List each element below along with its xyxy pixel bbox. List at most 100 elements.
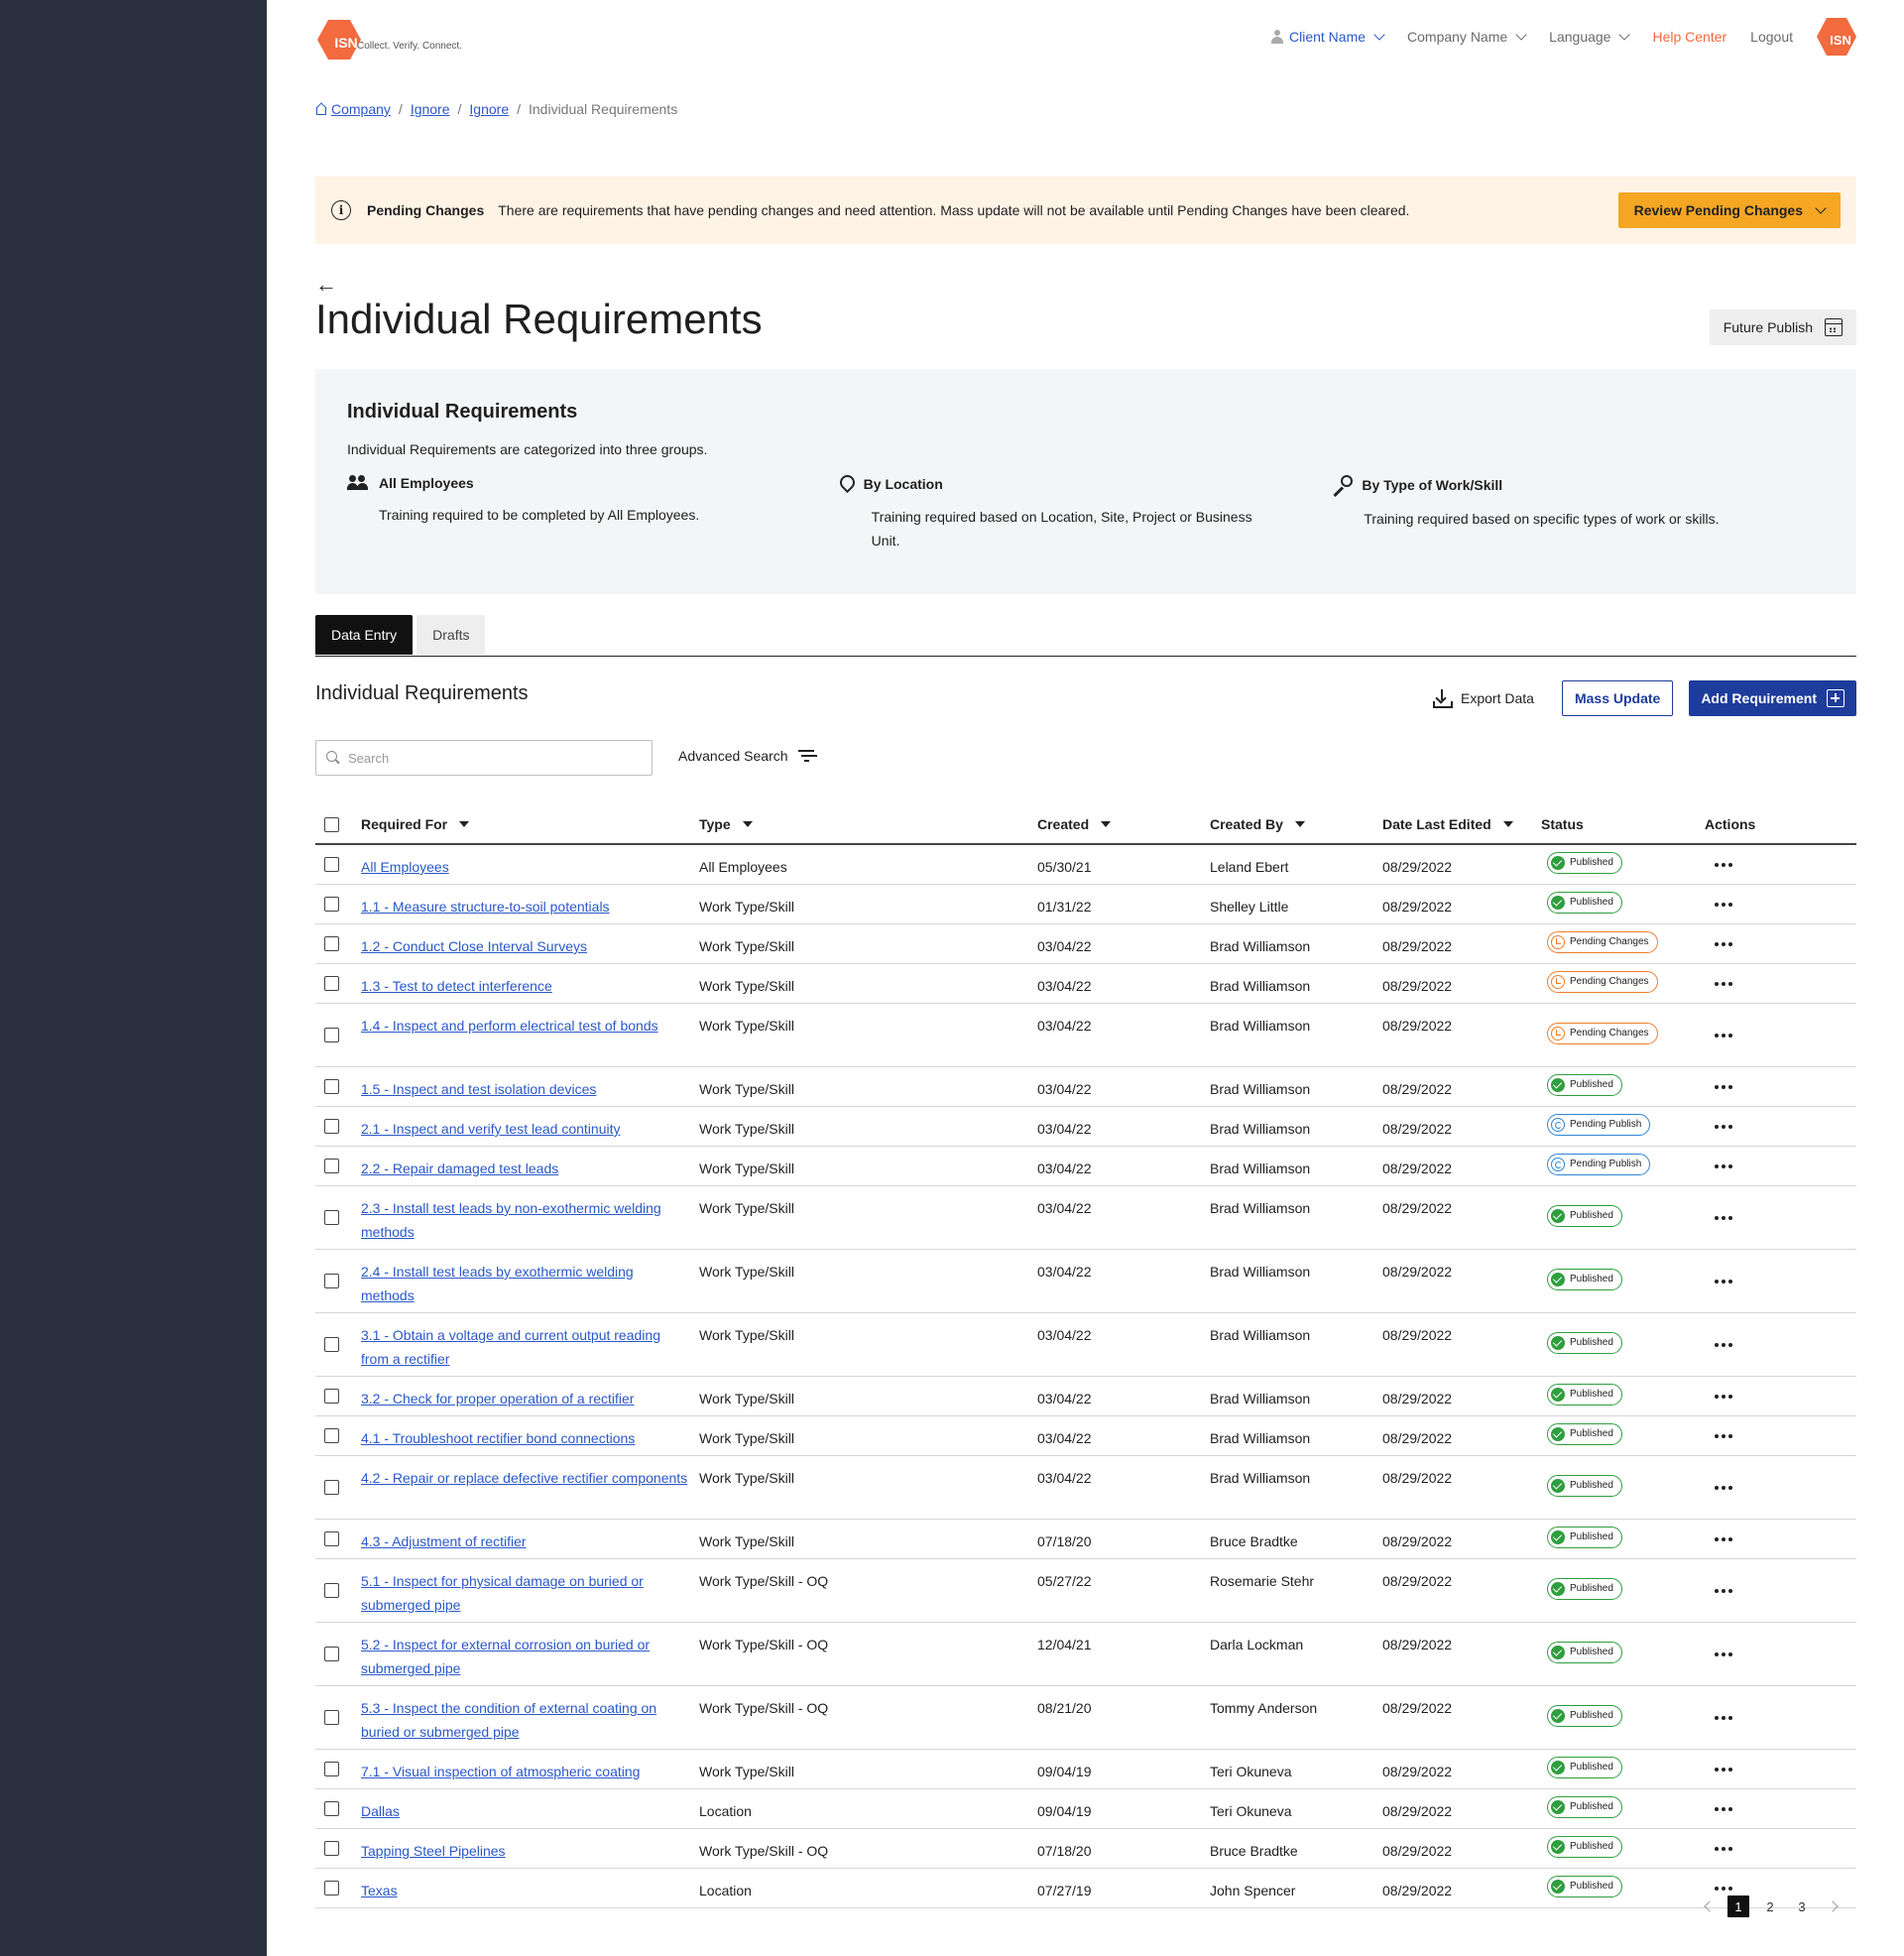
row-checkbox[interactable] <box>324 1480 339 1495</box>
requirement-link[interactable]: 3.2 - Check for proper operation of a re… <box>361 1391 634 1406</box>
help-center-link[interactable]: Help Center <box>1652 29 1726 45</box>
row-checkbox[interactable] <box>324 1274 339 1288</box>
add-requirement-button[interactable]: Add Requirement <box>1689 680 1856 716</box>
requirement-link[interactable]: All Employees <box>361 859 449 875</box>
tab-drafts[interactable]: Drafts <box>416 615 486 655</box>
row-checkbox[interactable] <box>324 1428 339 1443</box>
row-checkbox[interactable] <box>324 1028 339 1042</box>
row-checkbox[interactable] <box>324 1210 339 1225</box>
breadcrumb-ignore-link-2[interactable]: Ignore <box>469 101 509 117</box>
column-created[interactable]: Created <box>1037 812 1210 836</box>
more-actions-icon[interactable] <box>1705 1767 1784 1772</box>
row-checkbox[interactable] <box>324 936 339 951</box>
company-menu[interactable]: Company Name <box>1407 29 1527 45</box>
more-actions-icon[interactable] <box>1705 981 1784 986</box>
isn-logo[interactable]: ISN Collect. Verify. Connect. <box>317 20 462 60</box>
row-checkbox[interactable] <box>324 1337 339 1352</box>
breadcrumb-ignore-link-1[interactable]: Ignore <box>411 101 450 117</box>
page-1-button[interactable]: 1 <box>1727 1895 1749 1917</box>
breadcrumb-company-link[interactable]: Company <box>331 101 391 117</box>
user-icon <box>1270 30 1283 44</box>
more-actions-icon[interactable] <box>1705 1033 1784 1038</box>
more-actions-icon[interactable] <box>1705 1536 1784 1541</box>
more-actions-icon[interactable] <box>1705 1886 1784 1891</box>
row-checkbox[interactable] <box>324 1881 339 1895</box>
row-checkbox[interactable] <box>324 1647 339 1661</box>
row-checkbox[interactable] <box>324 1159 339 1173</box>
chevron-left-icon[interactable] <box>1704 1900 1716 1912</box>
requirement-link[interactable]: 2.1 - Inspect and verify test lead conti… <box>361 1121 620 1137</box>
row-checkbox[interactable] <box>324 1762 339 1776</box>
more-actions-icon[interactable] <box>1705 1715 1784 1720</box>
client-menu[interactable]: Client Name <box>1270 29 1385 45</box>
more-actions-icon[interactable] <box>1705 1846 1784 1851</box>
search-icon <box>326 751 340 765</box>
row-checkbox[interactable] <box>324 1710 339 1725</box>
row-checkbox[interactable] <box>324 1531 339 1546</box>
column-date-last-edited[interactable]: Date Last Edited <box>1382 812 1541 836</box>
requirement-link[interactable]: Dallas <box>361 1803 400 1819</box>
column-created-by[interactable]: Created By <box>1210 812 1382 836</box>
requirement-link[interactable]: 2.3 - Install test leads by non-exotherm… <box>361 1200 661 1240</box>
more-actions-icon[interactable] <box>1705 1651 1784 1656</box>
column-type[interactable]: Type <box>699 812 1037 836</box>
requirement-link[interactable]: 4.2 - Repair or replace defective rectif… <box>361 1470 687 1486</box>
chevron-right-icon[interactable] <box>1827 1900 1839 1912</box>
requirement-link[interactable]: 7.1 - Visual inspection of atmospheric c… <box>361 1764 640 1779</box>
breadcrumb-home[interactable]: Company <box>315 101 391 117</box>
more-actions-icon[interactable] <box>1705 862 1784 867</box>
row-checkbox[interactable] <box>324 1389 339 1404</box>
logout-link[interactable]: Logout <box>1750 29 1793 45</box>
back-arrow-icon[interactable]: ← <box>315 272 337 298</box>
page-3-button[interactable]: 3 <box>1791 1895 1813 1917</box>
row-checkbox[interactable] <box>324 976 339 991</box>
more-actions-icon[interactable] <box>1705 1588 1784 1593</box>
requirement-link[interactable]: Texas <box>361 1883 398 1898</box>
row-checkbox[interactable] <box>324 857 339 872</box>
requirement-link[interactable]: 4.1 - Troubleshoot rectifier bond connec… <box>361 1430 635 1446</box>
requirement-link[interactable]: 5.1 - Inspect for physical damage on bur… <box>361 1573 644 1613</box>
search-input[interactable]: Search <box>315 740 653 776</box>
language-menu[interactable]: Language <box>1549 29 1631 45</box>
avatar[interactable]: ISN <box>1817 18 1856 56</box>
requirement-link[interactable]: 1.3 - Test to detect interference <box>361 978 552 994</box>
row-checkbox[interactable] <box>324 1841 339 1856</box>
more-actions-icon[interactable] <box>1705 1163 1784 1168</box>
select-all-checkbox[interactable] <box>324 816 339 832</box>
more-actions-icon[interactable] <box>1705 1394 1784 1399</box>
more-actions-icon[interactable] <box>1705 1806 1784 1811</box>
more-actions-icon[interactable] <box>1705 1279 1784 1284</box>
column-required-for[interactable]: Required For <box>361 812 699 836</box>
more-actions-icon[interactable] <box>1705 1124 1784 1129</box>
row-checkbox[interactable] <box>324 1119 339 1134</box>
more-actions-icon[interactable] <box>1705 902 1784 907</box>
future-publish-button[interactable]: Future Publish <box>1709 309 1856 345</box>
requirement-link[interactable]: 4.3 - Adjustment of rectifier <box>361 1533 527 1549</box>
advanced-search-button[interactable]: Advanced Search <box>678 748 814 764</box>
row-checkbox[interactable] <box>324 1801 339 1816</box>
requirement-link[interactable]: 3.1 - Obtain a voltage and current outpu… <box>361 1327 660 1367</box>
page-2-button[interactable]: 2 <box>1759 1895 1781 1917</box>
requirement-link[interactable]: Tapping Steel Pipelines <box>361 1843 506 1859</box>
more-actions-icon[interactable] <box>1705 1433 1784 1438</box>
more-actions-icon[interactable] <box>1705 1342 1784 1347</box>
more-actions-icon[interactable] <box>1705 1215 1784 1220</box>
requirement-link[interactable]: 5.2 - Inspect for external corrosion on … <box>361 1637 650 1676</box>
requirement-link[interactable]: 1.2 - Conduct Close Interval Surveys <box>361 938 587 954</box>
requirement-link[interactable]: 5.3 - Inspect the condition of external … <box>361 1700 656 1740</box>
requirement-link[interactable]: 2.4 - Install test leads by exothermic w… <box>361 1264 634 1303</box>
requirement-link[interactable]: 2.2 - Repair damaged test leads <box>361 1161 558 1176</box>
row-checkbox[interactable] <box>324 897 339 912</box>
more-actions-icon[interactable] <box>1705 1084 1784 1089</box>
review-pending-changes-button[interactable]: Review Pending Changes <box>1617 192 1841 228</box>
more-actions-icon[interactable] <box>1705 941 1784 946</box>
requirement-link[interactable]: 1.1 - Measure structure-to-soil potentia… <box>361 899 610 915</box>
row-checkbox[interactable] <box>324 1583 339 1598</box>
export-data-button[interactable]: Export Data <box>1433 689 1534 708</box>
requirement-link[interactable]: 1.4 - Inspect and perform electrical tes… <box>361 1018 658 1034</box>
more-actions-icon[interactable] <box>1705 1485 1784 1490</box>
requirement-link[interactable]: 1.5 - Inspect and test isolation devices <box>361 1081 596 1097</box>
row-checkbox[interactable] <box>324 1079 339 1094</box>
mass-update-button[interactable]: Mass Update <box>1561 680 1674 716</box>
tab-data-entry[interactable]: Data Entry <box>315 615 414 655</box>
